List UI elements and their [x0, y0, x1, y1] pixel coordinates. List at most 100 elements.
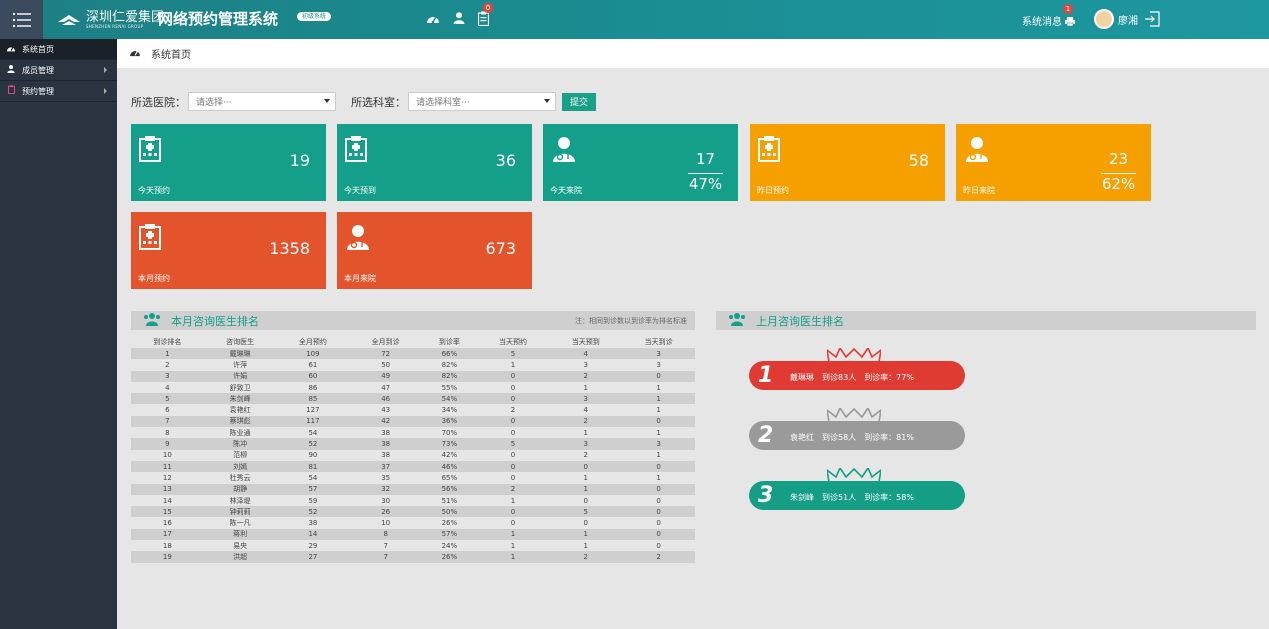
table-cell: 70% — [422, 427, 477, 439]
dashboard-icon — [427, 16, 439, 24]
stat-card-yesterday-visits[interactable]: 23 62% 昨日来院 — [956, 124, 1151, 201]
table-cell: 0 — [476, 472, 550, 484]
table-cell: 2 — [476, 483, 550, 495]
table-cell: 50% — [422, 506, 477, 518]
table-cell: 7 — [131, 415, 204, 428]
table-cell: 57 — [276, 483, 350, 495]
notification-button[interactable]: 0 — [477, 3, 493, 29]
sidebar-item-label: 预约管理 — [22, 86, 54, 96]
doctor-group-icon — [728, 312, 746, 329]
stat-value: 19 — [289, 151, 310, 170]
doctor-group-icon — [143, 312, 161, 329]
table-cell: 10 — [349, 517, 423, 529]
table-cell: 86 — [276, 381, 350, 394]
submit-button[interactable]: 提交 — [562, 92, 597, 111]
dashboard-icon — [6, 44, 16, 55]
sidebar-item-home[interactable]: 系统首页 — [0, 39, 117, 60]
table-cell: 19 — [131, 551, 204, 563]
table-cell: 1 — [622, 427, 695, 439]
breadcrumb-current[interactable]: 系统首页 — [151, 46, 191, 61]
last-rank-item-2[interactable]: 2 袁艳红 到诊58人 到诊率：81% — [749, 408, 965, 450]
table-cell: 60 — [276, 370, 350, 382]
dashboard-nav-button[interactable] — [426, 12, 440, 27]
table-cell: 117 — [276, 415, 350, 428]
table-cell: 陈冲 — [203, 438, 277, 450]
table-row: 13 胡静 57 32 56% 2 1 0 — [131, 483, 695, 495]
table-cell: 1 — [622, 449, 695, 461]
sidebar-item-members[interactable]: 成员管理 — [0, 60, 117, 81]
table-cell: 3 — [622, 348, 695, 360]
hospital-icon — [758, 136, 780, 165]
rank-number: 2 — [758, 423, 774, 448]
dept-select-value: 请选择科室··· — [416, 98, 470, 108]
dept-select[interactable]: 请选择科室··· — [408, 92, 556, 111]
table-cell: 54% — [422, 393, 477, 405]
last-rank-item-1[interactable]: 1 戴琳琳 到诊83人 到诊率：77% — [749, 348, 965, 390]
user-nav-button[interactable] — [453, 12, 465, 27]
stat-card-today-visits[interactable]: 17 47% 今天来院 — [543, 124, 738, 201]
stat-card-month-appointments[interactable]: 1358 本月预约 — [131, 212, 326, 289]
hospital-icon — [139, 136, 161, 165]
user-menu[interactable]: 廖湘 — [1094, 9, 1138, 29]
table-cell: 7 — [349, 540, 423, 552]
table-cell: 5 — [476, 438, 550, 450]
table-cell: 0 — [476, 393, 550, 405]
table-cell: 3 — [622, 438, 695, 450]
table-cell: 0 — [476, 370, 550, 382]
table-cell: 易央 — [203, 540, 277, 552]
table-cell: 24% — [422, 540, 477, 552]
month-rank-title: 本月咨询医生排名 — [171, 314, 259, 328]
system-message-button[interactable]: 系统消息 — [1022, 13, 1076, 28]
table-cell: 2 — [131, 359, 204, 371]
table-cell: 1 — [476, 540, 550, 552]
table-row: 6 袁艳红 127 43 34% 2 4 1 — [131, 404, 695, 416]
table-cell: 57% — [422, 528, 477, 541]
table-cell: 82% — [422, 370, 477, 382]
table-row: 8 陈业通 54 38 70% 0 1 1 — [131, 427, 695, 439]
hospital-select[interactable]: 请选择··· — [188, 92, 336, 111]
last-rank-item-3[interactable]: 3 朱剑峰 到诊51人 到诊率：58% — [749, 468, 965, 510]
table-cell: 85 — [276, 393, 350, 405]
notification-count-badge: 0 — [483, 3, 493, 13]
clipboard-icon — [6, 85, 16, 97]
table-header-row: 到诊排名 咨询医生 全月预约 全月到诊 到诊率 当天预约 当天预到 当天到诊 — [131, 336, 695, 348]
table-cell: 16 — [131, 517, 204, 529]
logout-button[interactable] — [1144, 11, 1160, 30]
column-header: 当天预到 — [549, 336, 623, 348]
table-cell: 36% — [422, 415, 477, 428]
logo-cn-text: 深圳仁爱集团 — [86, 10, 165, 25]
rank-text: 朱剑峰 到诊51人 到诊率：58% — [790, 492, 922, 503]
table-cell: 12 — [131, 472, 204, 484]
table-cell: 2 — [549, 370, 623, 382]
stat-percent: 47% — [688, 175, 723, 193]
table-cell: 54 — [276, 427, 350, 439]
table-cell: 27 — [276, 551, 350, 563]
stat-card-yesterday-appointments[interactable]: 58 昨日预约 — [750, 124, 945, 201]
table-cell: 3 — [131, 370, 204, 382]
stat-divider — [688, 173, 723, 174]
table-cell: 洪超 — [203, 551, 277, 563]
stat-card-month-visits[interactable]: 673 本月来院 — [337, 212, 532, 289]
company-logo: 深圳仁爱集团 SHENZHEN RENAI GROUP — [58, 7, 164, 33]
table-cell: 0 — [622, 517, 695, 529]
table-cell: 37 — [349, 460, 423, 473]
table-cell: 38 — [276, 517, 350, 529]
system-message-count-badge: 1 — [1063, 4, 1073, 14]
stat-value: 673 — [485, 239, 516, 258]
stat-card-today-expected[interactable]: 36 今天预到 — [337, 124, 532, 201]
caret-right-icon — [104, 67, 107, 73]
stat-card-today-appointments[interactable]: 19 今天预约 — [131, 124, 326, 201]
table-cell: 1 — [131, 348, 204, 360]
table-cell: 29 — [276, 540, 350, 552]
table-cell: 127 — [276, 404, 350, 416]
table-cell: 0 — [622, 483, 695, 495]
menu-toggle-button[interactable] — [0, 0, 43, 39]
table-cell: 0 — [476, 517, 550, 529]
table-cell: 42% — [422, 449, 477, 461]
system-message-label: 系统消息 — [1022, 17, 1062, 28]
table-cell: 2 — [549, 415, 623, 428]
table-cell: 7 — [349, 551, 423, 563]
table-cell: 许萍 — [203, 359, 277, 371]
sidebar-item-appointments[interactable]: 预约管理 — [0, 81, 117, 102]
breadcrumb: 系统首页 — [117, 39, 1269, 68]
